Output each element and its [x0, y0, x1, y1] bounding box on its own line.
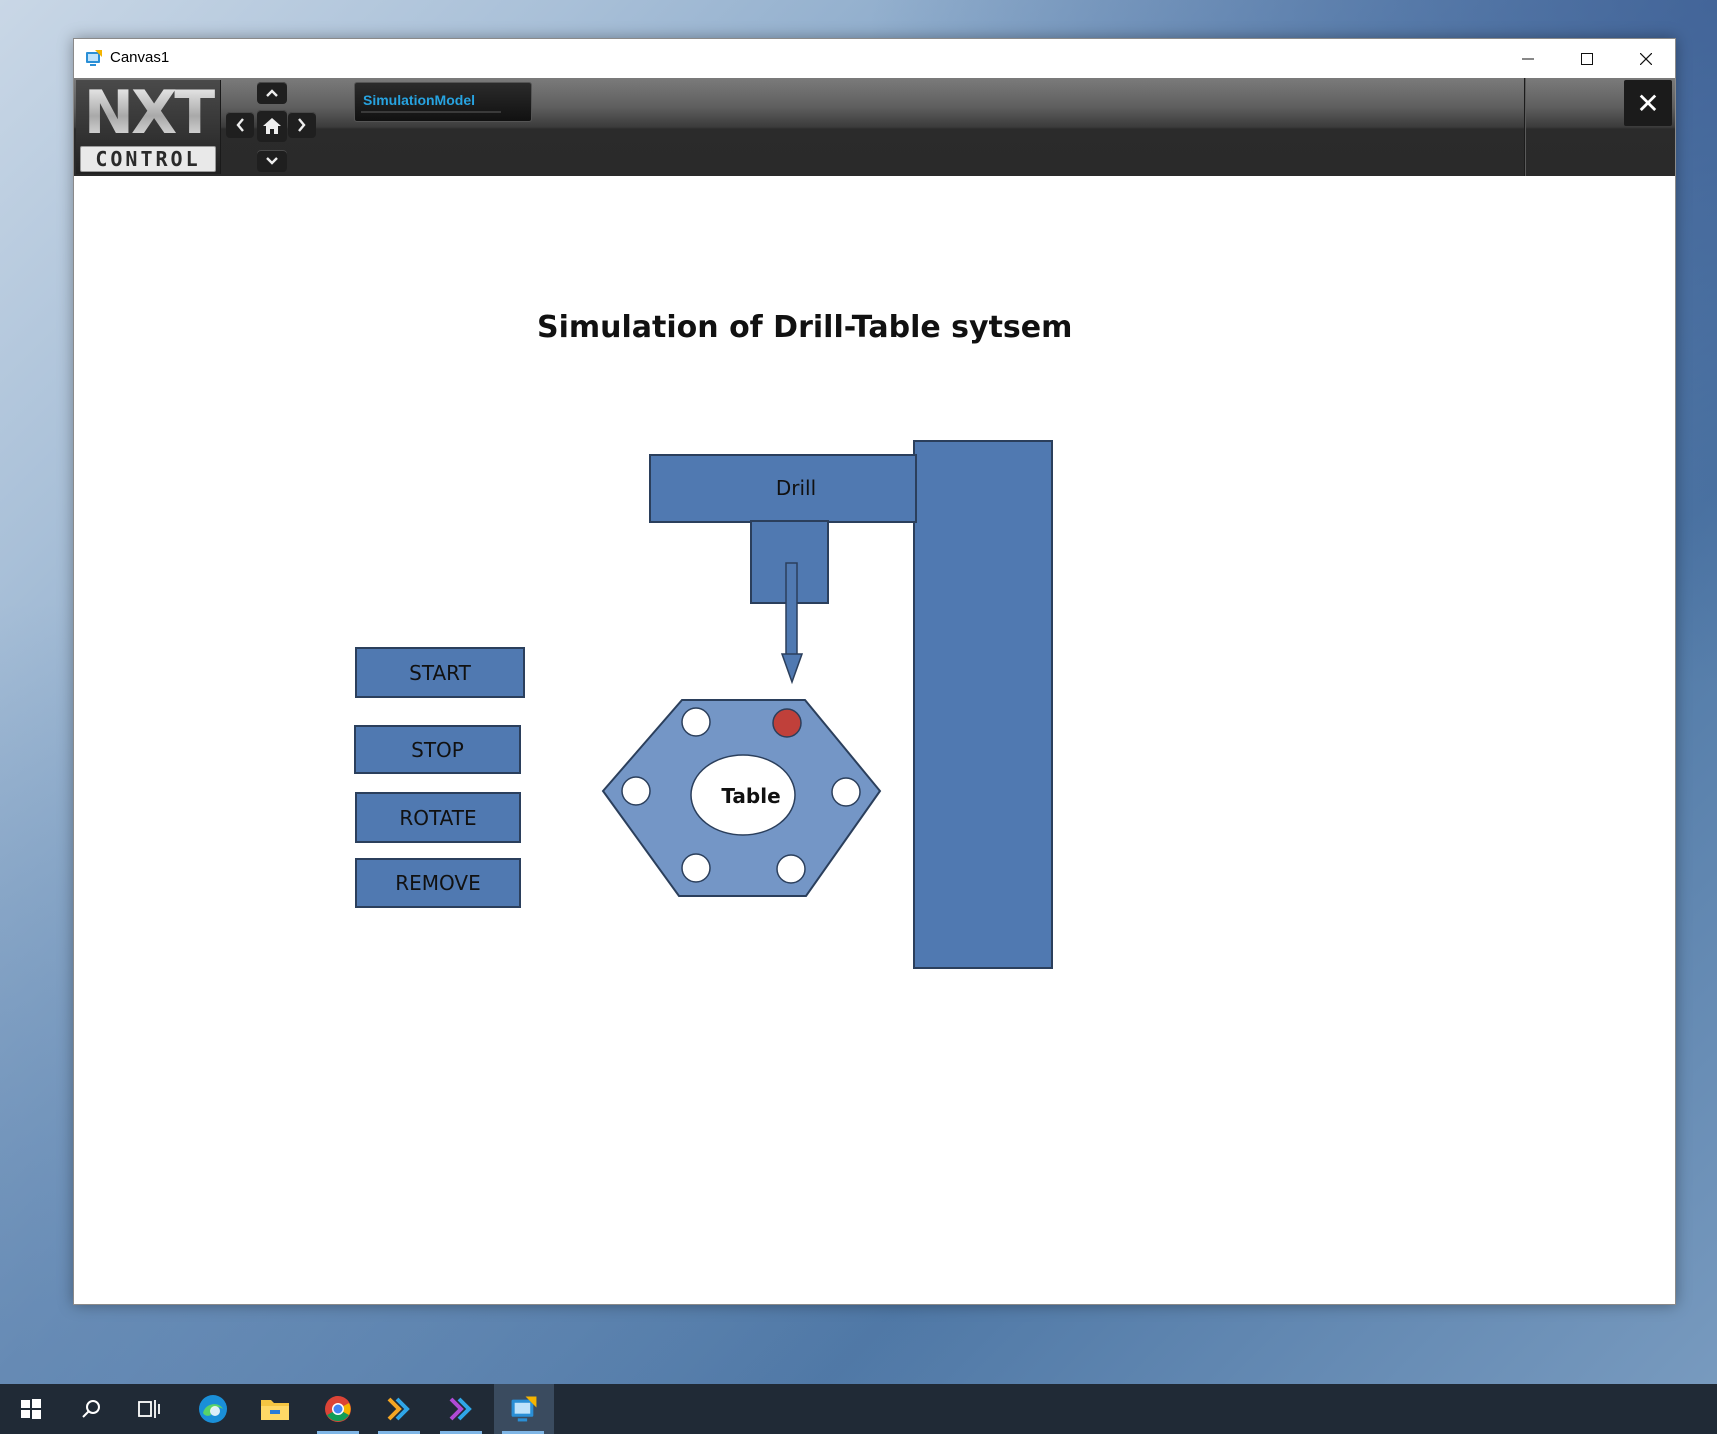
table-label: Table — [721, 784, 780, 808]
file-explorer-icon — [261, 1400, 289, 1420]
window-title: Canvas1 — [110, 49, 170, 66]
tab-simulation-model[interactable]: SimulationModel — [354, 82, 532, 122]
minimize-button[interactable] — [1499, 39, 1557, 78]
canvas-app-icon — [86, 50, 102, 66]
windows-start-icon — [21, 1399, 41, 1419]
search-icon — [82, 1400, 100, 1418]
nxt-ide-icon — [387, 1397, 410, 1421]
drill-label: Drill — [776, 476, 816, 500]
task-view-button[interactable] — [120, 1384, 178, 1434]
file-explorer-button[interactable] — [246, 1384, 304, 1434]
hmi-close-button[interactable]: ✕ — [1624, 80, 1672, 126]
nav-up-button[interactable] — [257, 82, 287, 104]
chrome-icon — [325, 1396, 351, 1422]
drill-table-diagram: Drill Table — [601, 440, 1053, 969]
nav-left-button[interactable] — [226, 112, 254, 138]
tab-label: SimulationModel — [363, 92, 475, 108]
chevron-down-icon — [266, 157, 278, 165]
hmi-toolbar: NXT CONTROL SimulationModel ✕ — [74, 78, 1675, 176]
edge-icon — [199, 1395, 227, 1423]
edge-button[interactable] — [184, 1384, 242, 1434]
drill-bit — [785, 562, 798, 659]
canvas-app-icon — [511, 1396, 537, 1422]
maximize-icon — [1581, 52, 1593, 65]
close-icon — [1640, 52, 1652, 65]
logo-subtitle: CONTROL — [80, 146, 216, 172]
search-button[interactable] — [62, 1384, 120, 1434]
chevron-right-icon — [298, 118, 306, 132]
logo-wordmark: NXT — [78, 82, 218, 144]
close-icon: ✕ — [1636, 86, 1660, 120]
minimize-icon — [1522, 58, 1534, 59]
drill-bit-tip — [780, 653, 804, 685]
home-icon — [263, 118, 281, 134]
chrome-button[interactable] — [309, 1384, 367, 1434]
maximize-button[interactable] — [1558, 39, 1616, 78]
table-hole-active — [772, 708, 802, 738]
toolbar-divider — [1524, 78, 1525, 176]
chevron-left-icon — [236, 118, 244, 132]
start-menu-button[interactable] — [2, 1384, 60, 1434]
tab-underline — [361, 111, 501, 113]
table-hole — [681, 707, 711, 737]
canvas-app-button[interactable] — [494, 1384, 554, 1434]
window-titlebar: Canvas1 — [74, 39, 1675, 78]
nav-down-button[interactable] — [257, 150, 287, 172]
app-window: Canvas1 NXT CONTROL SimulationModel ✕ Si… — [73, 38, 1676, 1305]
nxt-ide-2-icon — [449, 1397, 472, 1421]
nxt-control-logo: NXT CONTROL — [76, 80, 221, 174]
nxt-ide-button[interactable] — [370, 1384, 428, 1434]
task-view-icon — [138, 1400, 160, 1418]
chevron-up-icon — [266, 89, 278, 97]
table-hole — [681, 853, 711, 883]
windows-taskbar — [0, 1384, 1717, 1434]
table-hole — [621, 776, 651, 806]
nav-right-button[interactable] — [288, 112, 316, 138]
table-hole — [831, 777, 861, 807]
navigation-pad — [226, 82, 316, 174]
machine-column — [913, 440, 1053, 969]
table-hole — [776, 854, 806, 884]
close-button[interactable] — [1617, 39, 1675, 78]
nav-home-button[interactable] — [257, 110, 287, 142]
nxt-ide-2-button[interactable] — [432, 1384, 490, 1434]
simulation-canvas: Simulation of Drill-Table sytsem START S… — [74, 176, 1675, 1304]
